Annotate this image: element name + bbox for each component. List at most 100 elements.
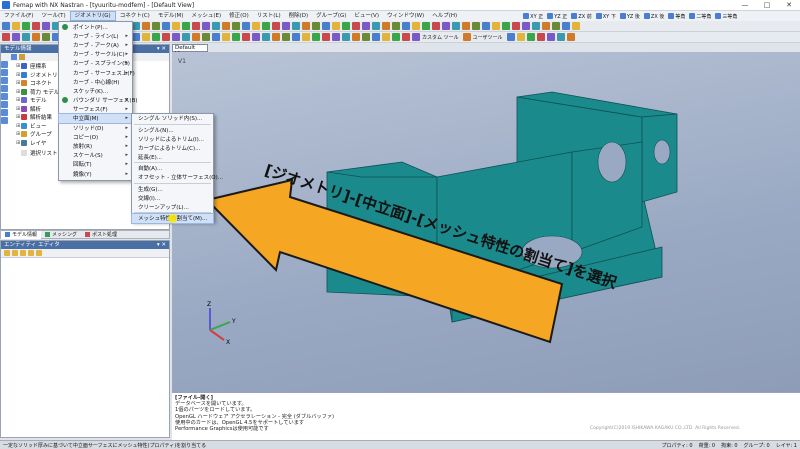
menu-item[interactable]: 修正(O) bbox=[225, 11, 253, 21]
toolbar-tool-icon[interactable] bbox=[556, 33, 565, 41]
minimize-button[interactable]: — bbox=[734, 0, 756, 11]
toolbar-tool-icon[interactable] bbox=[442, 22, 450, 30]
view-orientation-button[interactable]: 三等角 bbox=[713, 12, 739, 21]
toolbar-tool-icon[interactable] bbox=[292, 22, 300, 30]
toolbar-tool-icon[interactable] bbox=[302, 33, 310, 41]
view-orientation-button[interactable]: YZ 正 bbox=[545, 12, 569, 21]
toolbar-tool-icon[interactable] bbox=[332, 22, 340, 30]
toolbar-tool-icon[interactable] bbox=[222, 33, 230, 41]
tree-tool-icon[interactable] bbox=[19, 54, 25, 60]
toolbar-tool-icon[interactable] bbox=[152, 22, 160, 30]
toolbar-tool-icon[interactable] bbox=[432, 22, 440, 30]
toolbar-tool-icon[interactable] bbox=[362, 33, 370, 41]
toolbar-tool-icon[interactable] bbox=[42, 33, 50, 41]
toolbar-tool-icon[interactable] bbox=[132, 33, 140, 41]
user-tools-button[interactable]: ユーザツール bbox=[473, 34, 503, 41]
geometry-menu-item[interactable]: カーブ - 中心線(H) bbox=[59, 77, 132, 86]
geometry-menu-item[interactable]: ソリッド(D) ▸ bbox=[59, 123, 132, 132]
toolbar-tool-icon[interactable] bbox=[292, 33, 300, 41]
geometry-menu-item[interactable]: バウンダリ サーフェス(B) ▸ bbox=[59, 96, 137, 105]
view-orientation-button[interactable]: ZX 後 bbox=[642, 12, 666, 21]
geometry-menu-item[interactable]: スケール(S) ▸ bbox=[59, 151, 132, 160]
toolbar-tool-icon[interactable] bbox=[492, 22, 500, 30]
toolbar-tool-icon[interactable] bbox=[12, 33, 20, 41]
menu-item[interactable]: リスト(L) bbox=[253, 11, 285, 21]
close-button[interactable]: ✕ bbox=[778, 0, 800, 11]
toolbar-tool-icon[interactable] bbox=[522, 22, 530, 30]
tab-meshing[interactable]: メッシング bbox=[41, 231, 81, 239]
midplane-menu-item[interactable]: 生成(G)... bbox=[132, 185, 213, 194]
toolbar-tool-icon[interactable] bbox=[262, 33, 270, 41]
tab-post[interactable]: ポスト処理 bbox=[81, 231, 121, 239]
toolbar-tool-icon[interactable] bbox=[272, 22, 280, 30]
toolbar-tool-icon[interactable] bbox=[382, 33, 390, 41]
toolbar-tool-icon[interactable] bbox=[252, 22, 260, 30]
toolbar-tool-icon[interactable] bbox=[566, 33, 575, 41]
maximize-button[interactable]: □ bbox=[756, 0, 778, 11]
toolbar-tool-icon[interactable] bbox=[506, 33, 515, 41]
toolbar-tool-icon[interactable] bbox=[212, 33, 220, 41]
geometry-menu-item[interactable]: 鏡像(Y) ▸ bbox=[59, 169, 132, 178]
toolbar-tool-icon[interactable] bbox=[322, 33, 330, 41]
toolbar-tool-icon[interactable] bbox=[202, 33, 210, 41]
view-orientation-button[interactable]: ZX 前 bbox=[569, 12, 593, 21]
toolbar-tool-icon[interactable] bbox=[142, 33, 150, 41]
entity-tool-icon[interactable] bbox=[20, 250, 26, 256]
midplane-menu-item[interactable]: ソリッドによるトリム(I)... bbox=[132, 135, 213, 144]
toolbar-tool-icon[interactable] bbox=[172, 33, 180, 41]
midplane-menu-item[interactable]: カーブによるトリム(C)... bbox=[132, 143, 213, 152]
toolbar-tool-icon[interactable] bbox=[272, 33, 280, 41]
toolbar-tool-icon[interactable] bbox=[352, 22, 360, 30]
toolbar-tool-icon[interactable] bbox=[552, 22, 560, 30]
toolbar-tool-icon[interactable] bbox=[462, 22, 470, 30]
toolbar-tool-icon[interactable] bbox=[526, 33, 535, 41]
toolbar-tool-icon[interactable] bbox=[362, 22, 370, 30]
side-tool-icon[interactable] bbox=[1, 77, 8, 84]
side-tool-icon[interactable] bbox=[1, 109, 8, 116]
view-orientation-button[interactable]: XY 下 bbox=[594, 12, 618, 21]
side-tool-icon[interactable] bbox=[1, 101, 8, 108]
entity-tool-icon[interactable] bbox=[36, 250, 42, 256]
entity-tool-icon[interactable] bbox=[12, 250, 18, 256]
toolbar-tool-icon[interactable] bbox=[322, 22, 330, 30]
toolbar-tool-icon[interactable] bbox=[232, 33, 240, 41]
toolbar-tool-icon[interactable] bbox=[222, 22, 230, 30]
midplane-menu-item[interactable]: 自動(A)... bbox=[132, 164, 213, 173]
toolbar-tool-icon[interactable] bbox=[312, 33, 320, 41]
toolbar-tool-icon[interactable] bbox=[342, 22, 350, 30]
side-tool-icon[interactable] bbox=[1, 85, 8, 92]
toolbar-tool-icon[interactable] bbox=[412, 33, 420, 41]
side-tool-icon[interactable] bbox=[1, 69, 8, 76]
toolbar-tool-icon[interactable] bbox=[2, 33, 10, 41]
menu-item[interactable]: モデル(M) bbox=[154, 11, 188, 21]
midplane-menu-item[interactable]: シングル ソリッド内(S)... bbox=[132, 114, 213, 123]
menu-item[interactable]: ヘルプ(H) bbox=[428, 11, 461, 21]
toolbar-tool-icon[interactable] bbox=[452, 22, 460, 30]
toolbar-tool-icon[interactable] bbox=[302, 22, 310, 30]
entity-tool-icon[interactable] bbox=[28, 250, 34, 256]
toolbar-tool-icon[interactable] bbox=[562, 22, 570, 30]
toolbar-tool-icon[interactable] bbox=[12, 22, 20, 30]
midplane-menu-item[interactable]: 延長(E)... bbox=[132, 152, 213, 161]
view-orientation-button[interactable]: 等角 bbox=[666, 12, 687, 21]
pin-icon[interactable]: ▾ ✕ bbox=[157, 45, 166, 53]
toolbar-tool-icon[interactable] bbox=[572, 22, 580, 30]
toolbar-tool-icon[interactable] bbox=[182, 22, 190, 30]
tab-default-view[interactable]: Default View bbox=[172, 44, 208, 57]
geometry-menu-item[interactable]: スケッチ(K)... bbox=[59, 86, 132, 95]
toolbar-tool-icon[interactable] bbox=[462, 33, 471, 41]
menu-item[interactable]: コネクト(C) bbox=[116, 11, 154, 21]
toolbar-tool-icon[interactable] bbox=[512, 22, 520, 30]
toolbar-tool-icon[interactable] bbox=[542, 22, 550, 30]
toolbar-tool-icon[interactable] bbox=[232, 22, 240, 30]
pin-icon[interactable]: ▾ ✕ bbox=[157, 241, 166, 249]
toolbar-tool-icon[interactable] bbox=[372, 22, 380, 30]
geometry-menu-item[interactable]: カーブ - アーク(A) ▸ bbox=[59, 40, 132, 49]
toolbar-tool-icon[interactable] bbox=[42, 22, 50, 30]
geometry-menu-item[interactable]: カーブ - ライン(L) ▸ bbox=[59, 31, 132, 40]
entity-tool-icon[interactable] bbox=[4, 250, 10, 256]
menu-item[interactable]: ファイル(F) bbox=[0, 11, 37, 21]
toolbar-tool-icon[interactable] bbox=[352, 33, 360, 41]
toolbar-tool-icon[interactable] bbox=[192, 22, 200, 30]
toolbar-tool-icon[interactable] bbox=[402, 22, 410, 30]
